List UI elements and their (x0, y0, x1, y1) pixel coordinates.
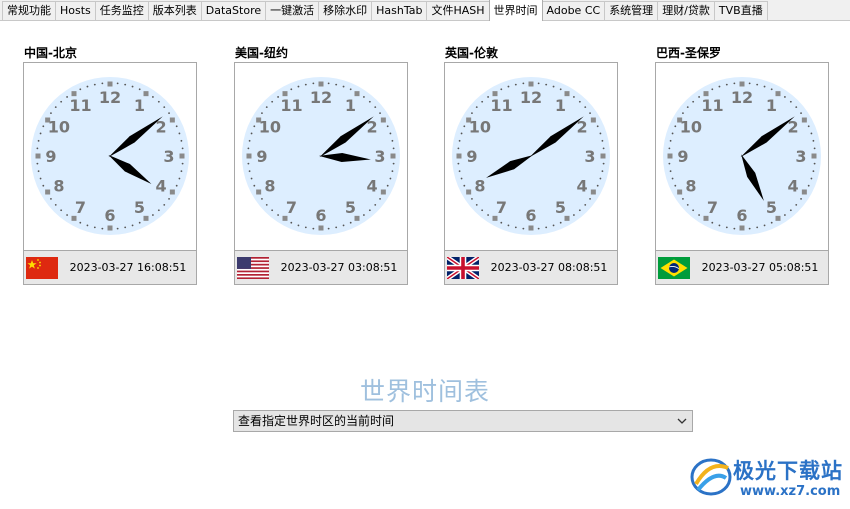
time-bar: 2023-03-27 03:08:51 (234, 251, 408, 285)
watermark-url: www.xz7.com (740, 484, 841, 499)
clock-numeral: 9 (677, 147, 688, 166)
clock-numeral: 8 (685, 177, 696, 196)
city-label: 英国-伦敦 (445, 46, 498, 60)
chevron-down-icon[interactable] (674, 412, 690, 430)
uk-flag-icon (447, 257, 479, 279)
clock-numeral: 5 (134, 198, 145, 217)
clock-numeral: 4 (156, 177, 167, 196)
tab-task-monitor[interactable]: 任务监控 (94, 1, 149, 20)
analog-clock: 12 1 2 3 4 5 6 7 8 9 10 11 (234, 62, 408, 251)
section-title: 世界时间表 (359, 377, 490, 406)
clock-numeral: 12 (99, 88, 121, 107)
tab-general[interactable]: 常规功能 (2, 1, 56, 20)
time-bar: 2023-03-27 16:08:51 (23, 251, 197, 285)
clock-numeral: 7 (707, 198, 718, 217)
timezone-select-value: 查看指定世界时区的当前时间 (238, 414, 395, 428)
tab-system-management[interactable]: 系统管理 (604, 1, 659, 20)
city-label: 巴西-圣保罗 (656, 46, 721, 60)
datetime-text: 2023-03-27 08:08:51 (490, 261, 608, 274)
clock-numeral: 5 (555, 198, 566, 217)
clock-numeral: 9 (466, 147, 477, 166)
clock-face-icon: 12 1234567891011 (452, 77, 610, 235)
clock-numeral: 3 (163, 147, 174, 166)
tab-bar: 常规功能 Hosts 任务监控 版本列表 DataStore 一键激活 移除水印… (0, 0, 850, 21)
clock-numeral: 1 (766, 96, 777, 115)
clock-numeral: 5 (345, 198, 356, 217)
clock-numeral: 4 (577, 177, 588, 196)
clock-numeral: 5 (766, 198, 777, 217)
city-label: 中国-北京 (24, 46, 77, 60)
clock-numeral: 3 (584, 147, 595, 166)
clock-numeral: 7 (496, 198, 507, 217)
time-bar: 2023-03-27 08:08:51 (444, 251, 618, 285)
tab-version-list[interactable]: 版本列表 (147, 1, 202, 20)
clock-numeral: 6 (525, 206, 536, 225)
clock-numeral: 10 (680, 118, 702, 137)
datetime-text: 2023-03-27 05:08:51 (701, 261, 819, 274)
clock-face-icon: 12 1234567891011 (31, 77, 189, 235)
clock-numeral: 7 (286, 198, 297, 217)
tab-adobe-cc[interactable]: Adobe CC (541, 1, 606, 20)
clock-panel-sao-paulo: 巴西-圣保罗 12 1 2 3 4 5 6 7 8 9 10 11 2023-03-27 05:08:… (655, 44, 829, 285)
time-bar: 2023-03-27 05:08:51 (655, 251, 829, 285)
clock-numeral: 12 (310, 88, 332, 107)
clock-numeral: 7 (75, 198, 86, 217)
datetime-text: 2023-03-27 03:08:51 (280, 261, 398, 274)
clock-numeral: 10 (259, 118, 281, 137)
clock-panel-beijing: 中国-北京 12 1 2 3 4 5 6 7 8 9 10 11 2023-03-27 16:08:5… (23, 44, 197, 285)
tab-hashtab[interactable]: HashTab (371, 1, 428, 20)
tab-one-click-activate[interactable]: 一键激活 (265, 1, 320, 20)
clock-face-icon: 12 1234567891011 (242, 77, 400, 235)
clock-numeral: 11 (280, 96, 302, 115)
tab-finance-loan[interactable]: 理财/贷款 (657, 1, 715, 20)
clock-numeral: 1 (555, 96, 566, 115)
clock-numeral: 3 (795, 147, 806, 166)
clock-numeral: 6 (104, 206, 115, 225)
clock-numeral: 6 (736, 206, 747, 225)
clock-panel-new-york: 美国-纽约 12 1 2 3 4 5 6 7 8 9 10 11 2023-03-27 03:08:5… (234, 44, 408, 285)
tab-hosts[interactable]: Hosts (55, 1, 96, 20)
tab-world-time[interactable]: 世界时间 (488, 0, 543, 21)
tab-datastore[interactable]: DataStore (200, 1, 267, 20)
analog-clock: 12 1 2 3 4 5 6 7 8 9 10 11 (444, 62, 618, 251)
clock-numeral: 10 (48, 118, 70, 137)
analog-clock: 12 1 2 3 4 5 6 7 8 9 10 11 (23, 62, 197, 251)
clock-numeral: 11 (69, 96, 91, 115)
clock-numeral: 4 (788, 177, 799, 196)
watermark: 极光下载站 www.xz7.com (686, 450, 846, 506)
clock-numeral: 9 (256, 147, 267, 166)
clock-numeral: 3 (374, 147, 385, 166)
clock-numeral: 8 (53, 177, 64, 196)
clock-numeral: 1 (345, 96, 356, 115)
tab-tvb-live[interactable]: TVB直播 (713, 1, 768, 20)
clock-numeral: 10 (469, 118, 491, 137)
clock-panel-london: 英国-伦敦 12 1 2 3 4 5 6 7 8 9 10 11 2023-03-27 08:08:5… (444, 44, 618, 285)
china-flag-icon (26, 257, 58, 279)
datetime-text: 2023-03-27 16:08:51 (69, 261, 187, 274)
clock-numeral: 8 (264, 177, 275, 196)
brazil-flag-icon (658, 257, 690, 279)
watermark-title: 极光下载站 (733, 459, 843, 483)
analog-clock: 12 1 2 3 4 5 6 7 8 9 10 11 (655, 62, 829, 251)
city-label: 美国-纽约 (235, 46, 288, 60)
timezone-select[interactable]: 查看指定世界时区的当前时间 (233, 410, 693, 432)
clock-face-icon: 12 1234567891011 (663, 77, 821, 235)
clock-numeral: 12 (731, 88, 753, 107)
clock-numeral: 1 (134, 96, 145, 115)
clock-numeral: 9 (45, 147, 56, 166)
clock-numeral: 12 (520, 88, 542, 107)
clock-numeral: 11 (701, 96, 723, 115)
clock-numeral: 8 (474, 177, 485, 196)
tab-file-hash[interactable]: 文件HASH (426, 1, 490, 20)
clock-numeral: 4 (367, 177, 378, 196)
usa-flag-icon (237, 257, 269, 279)
tab-remove-watermark[interactable]: 移除水印 (318, 1, 373, 20)
aurora-logo-icon (690, 458, 732, 496)
clock-numeral: 6 (315, 206, 326, 225)
clock-numeral: 11 (490, 96, 512, 115)
